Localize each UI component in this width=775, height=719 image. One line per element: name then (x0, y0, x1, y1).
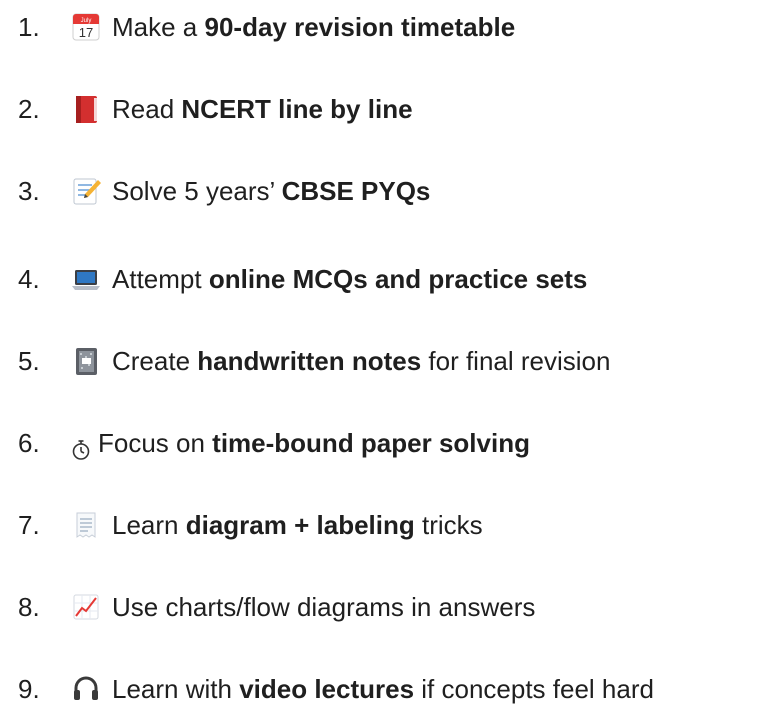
item-number: 1. (18, 12, 40, 42)
item-text-bold: NCERT line by line (181, 94, 413, 124)
item-text-pre: Solve 5 years’ (112, 176, 282, 206)
item-text-bold: handwritten notes (197, 346, 422, 376)
item-number: 2. (18, 94, 40, 124)
item-text-pre: Create (112, 346, 198, 376)
item-text-bold: diagram + labeling (185, 510, 415, 540)
item-text-pre: Focus on (98, 428, 213, 458)
list-item: 4. Attempt online MCQs and practice sets (0, 259, 587, 299)
item-number: 7. (18, 510, 40, 540)
item-text-pre: Learn (112, 510, 186, 540)
memo-pencil-icon (70, 175, 102, 207)
item-text-post: for final revision (421, 346, 611, 376)
item-text-bold: time-bound paper solving (212, 428, 530, 458)
item-text-pre: Read (112, 94, 182, 124)
list-item: 5. Create handwritten notes for final re… (0, 341, 610, 381)
item-text-pre: Learn with (112, 674, 240, 704)
item-number: 5. (18, 346, 40, 376)
list-item: 3. Solve 5 years’ CBSE PYQs (0, 171, 430, 211)
item-number: 3. (18, 176, 40, 206)
list-item: 2. Read NCERT line by line (0, 89, 413, 129)
item-number: 6. (18, 428, 40, 458)
chart-increasing-icon (70, 591, 102, 623)
item-text-pre: Use charts/flow diagrams in answers (112, 592, 536, 622)
item-number: 4. (18, 264, 40, 294)
calendar-icon-month: July (81, 18, 92, 24)
calendar-icon: July 17 (70, 11, 102, 43)
notebook-icon (70, 345, 102, 377)
list-item: 1. July 17 Make a 90-day revision timeta… (0, 7, 515, 47)
laptop-icon (70, 263, 102, 295)
item-text-bold: CBSE PYQs (281, 176, 431, 206)
list-item: 7. Learn diagram + labeling tricks (0, 505, 483, 545)
stopwatch-icon (70, 432, 92, 460)
list-item: 9. Learn with video lectures if concepts… (0, 669, 654, 709)
revision-tips-list: 1. July 17 Make a 90-day revision timeta… (0, 0, 775, 719)
item-text-bold: video lectures (239, 674, 415, 704)
item-text-post: if concepts feel hard (414, 674, 654, 704)
list-item: 6. Focus on time-bound paper solving (0, 423, 530, 463)
item-text-pre: Attempt (112, 264, 209, 294)
headphones-icon (70, 673, 102, 705)
list-item: 8. Use charts/flow diagrams in answers (0, 587, 535, 627)
item-number: 8. (18, 592, 40, 622)
item-text-pre: Make a (112, 12, 205, 42)
red-book-icon (70, 93, 102, 125)
item-number: 9. (18, 674, 40, 704)
item-text-bold: online MCQs and practice sets (208, 264, 588, 294)
receipt-icon (70, 509, 102, 541)
item-text-post: tricks (414, 510, 483, 540)
item-text-bold: 90-day revision timetable (204, 12, 516, 42)
calendar-icon-day: 17 (79, 25, 93, 40)
